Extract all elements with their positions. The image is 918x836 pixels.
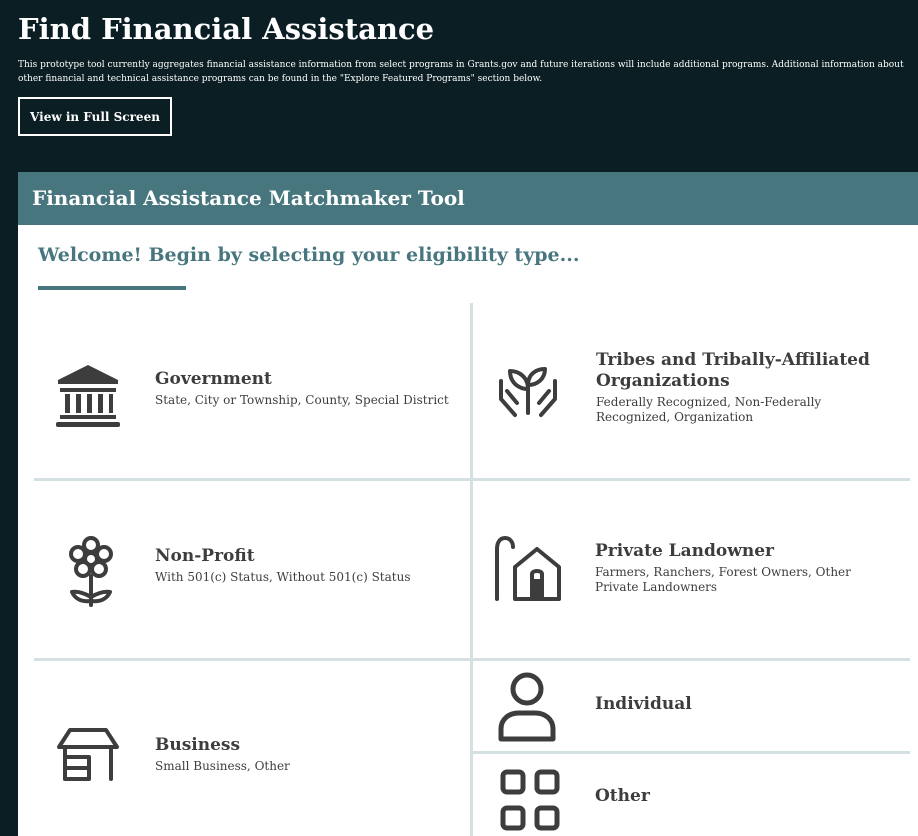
- card-title: Government: [155, 369, 272, 389]
- welcome-underline: [38, 286, 186, 290]
- card-title: Private Landowner: [595, 541, 774, 561]
- government-building-icon: [56, 365, 120, 427]
- eligibility-card-tribes[interactable]: Tribes and Tribally-Affiliated Organizat…: [473, 303, 910, 478]
- card-subtitle: With 501(c) Status, Without 501(c) Statu…: [155, 570, 411, 584]
- intro-text: This prototype tool currently aggregates…: [18, 60, 904, 84]
- view-full-screen-button[interactable]: View in Full Screen: [18, 97, 172, 136]
- eligibility-card-nonprofit[interactable]: Non-Profit With 501(c) Status, Without 5…: [18, 481, 470, 658]
- person-icon: [498, 672, 556, 742]
- house-lock-icon: [495, 536, 561, 601]
- hands-plant-icon: [499, 367, 557, 417]
- eligibility-card-individual[interactable]: Individual: [473, 661, 910, 751]
- eligibility-card-landowner[interactable]: Private Landowner Farmers, Ranchers, For…: [473, 481, 910, 658]
- eligibility-card-other[interactable]: Other: [473, 754, 910, 836]
- flower-icon: [69, 536, 113, 607]
- eligibility-card-business[interactable]: Business Small Business, Other: [18, 661, 470, 836]
- card-title: Other: [595, 786, 650, 806]
- eligibility-card-government[interactable]: Government State, City or Township, Coun…: [18, 303, 470, 478]
- tool-header: Financial Assistance Matchmaker Tool: [18, 172, 918, 225]
- page-title: Find Financial Assistance: [18, 12, 435, 46]
- grid-icon: [500, 769, 560, 831]
- card-title: Individual: [595, 694, 692, 714]
- card-subtitle: Farmers, Ranchers, Forest Owners, Other …: [595, 565, 851, 594]
- card-subtitle: State, City or Township, County, Special…: [155, 393, 449, 407]
- card-title: Non-Profit: [155, 546, 255, 566]
- storefront-icon: [57, 728, 119, 781]
- card-subtitle: Small Business, Other: [155, 759, 290, 773]
- welcome-heading: Welcome! Begin by selecting your eligibi…: [38, 244, 580, 266]
- card-title: Business: [155, 735, 241, 755]
- card-subtitle: Federally Recognized, Non-Federally Reco…: [596, 395, 822, 424]
- card-title: Tribes and Tribally-Affiliated Organizat…: [596, 350, 870, 391]
- matchmaker-tool: Financial Assistance Matchmaker Tool Wel…: [18, 172, 918, 836]
